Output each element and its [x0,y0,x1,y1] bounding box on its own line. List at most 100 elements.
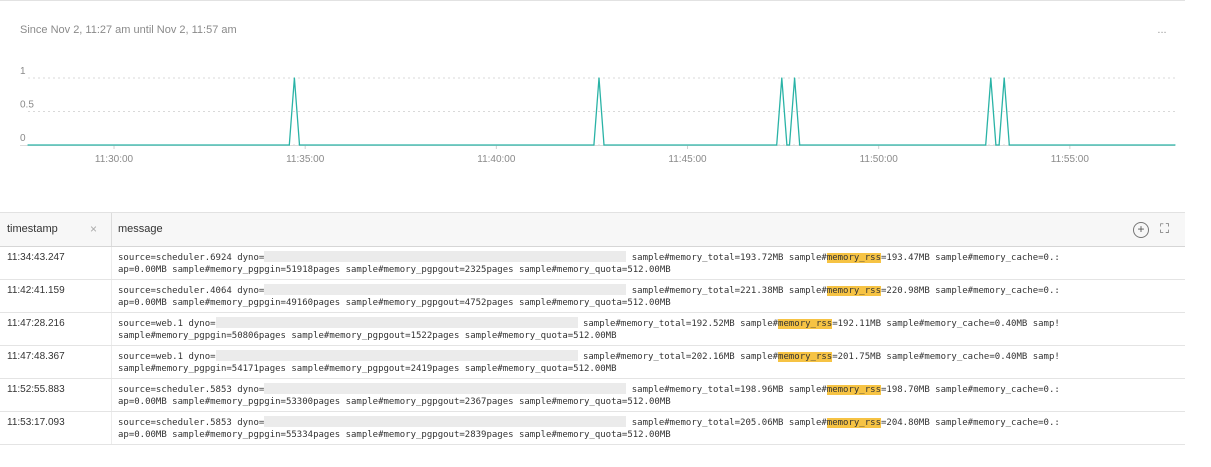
data-point[interactable] [598,77,600,79]
data-point[interactable] [1003,77,1005,79]
message-line-2: ap=0.00MB sample#memory_pgpgin=49160page… [118,298,671,308]
time-range-label: Since Nov 2, 11:27 am until Nov 2, 11:57… [20,24,237,36]
table-row[interactable]: 11:42:41.159 source=scheduler.4064 dyno= … [0,280,1185,313]
data-point[interactable] [985,144,987,146]
data-point[interactable] [998,144,1000,146]
data-point[interactable] [776,144,778,146]
row-message[interactable]: source=web.1 dyno= sample#memory_total=2… [118,350,1185,375]
message-samples-end: =198.70MB sample#memory_cache=0.: [880,385,1060,395]
row-message[interactable]: source=web.1 dyno= sample#memory_total=1… [118,317,1185,342]
highlighted-term: memory_rss [778,319,833,329]
cell-divider [111,313,112,345]
message-line-1: source=scheduler.5853 dyno= sample#memor… [118,383,1185,396]
data-point[interactable] [995,144,997,146]
data-point[interactable] [786,144,788,146]
more-options-button[interactable]: ... [1150,20,1174,40]
x-tick-label: 11:50:00 [860,154,899,165]
message-source: source=scheduler.5853 dyno= [118,385,265,395]
cell-divider [111,412,112,444]
highlighted-term: memory_rss [826,286,881,296]
y-tick-label: 0 [20,133,26,144]
cell-divider [111,280,112,312]
data-point[interactable] [27,144,29,146]
data-point[interactable] [788,144,791,146]
row-timestamp: 11:34:43.247 [7,252,65,263]
redacted-block [264,383,627,394]
message-line-2: ap=0.00MB sample#memory_pgpgin=51918page… [118,265,671,275]
table-row[interactable]: 11:47:28.216 source=web.1 dyno= sample#me… [0,313,1185,346]
log-table: timestamp × message + ⛶ 11:34:43.247 sour… [0,212,1185,445]
cell-divider [111,247,112,279]
data-point[interactable] [990,77,992,79]
data-point[interactable] [288,144,290,146]
data-point[interactable] [298,144,301,146]
table-row[interactable]: 11:34:43.247 source=scheduler.6924 dyno= … [0,247,1185,280]
data-point[interactable] [793,77,796,79]
message-line-1: source=scheduler.5853 dyno= sample#memor… [118,416,1185,429]
redacted-block [215,350,578,361]
message-source: source=scheduler.6924 dyno= [118,253,265,263]
redacted-block [264,251,627,262]
row-message[interactable]: source=scheduler.4064 dyno= sample#memor… [118,284,1185,309]
row-message[interactable]: source=scheduler.5853 dyno= sample#memor… [118,416,1185,441]
expand-icon[interactable]: ⛶ [1160,221,1169,237]
message-line-2: sample#memory_pgpgin=50806pages sample#m… [118,331,617,341]
data-point[interactable] [781,77,783,79]
redacted-block [264,284,627,295]
column-header-message[interactable]: message [118,223,163,235]
remove-column-icon[interactable]: × [90,222,97,236]
cell-divider [111,379,112,411]
message-line-1: source=web.1 dyno= sample#memory_total=2… [118,350,1185,363]
highlighted-term: memory_rss [826,418,881,428]
redacted-block [215,317,578,328]
chart-card: Since Nov 2, 11:27 am until Nov 2, 11:57… [0,0,1185,467]
message-samples-end: =204.80MB sample#memory_cache=0.: [880,418,1060,428]
data-point[interactable] [293,77,295,79]
table-header: timestamp × message + ⛶ [0,212,1185,247]
message-source: source=web.1 dyno= [118,319,216,329]
message-source: source=web.1 dyno= [118,352,216,362]
message-source: source=scheduler.4064 dyno= [118,286,265,296]
table-row[interactable]: 11:52:55.883 source=scheduler.5853 dyno= … [0,379,1185,412]
x-tick-label: 11:40:00 [477,154,516,165]
x-tick-label: 11:45:00 [668,154,707,165]
message-line-2: sample#memory_pgpgin=54171pages sample#m… [118,364,617,374]
data-point[interactable] [593,144,595,146]
series-line[interactable] [28,77,1175,146]
row-timestamp: 11:53:17.093 [7,417,65,428]
y-tick-label: 0.5 [20,100,34,111]
message-samples-end: =220.98MB sample#memory_cache=0.: [880,286,1060,296]
row-timestamp: 11:42:41.159 [7,285,65,296]
message-samples-end: =192.11MB sample#memory_cache=0.40MB sam… [832,319,1060,329]
message-samples: sample#memory_total=198.96MB sample# [626,385,827,395]
row-timestamp: 11:52:55.883 [7,384,65,395]
data-point[interactable] [799,144,801,146]
table-row[interactable]: 11:53:17.093 source=scheduler.5853 dyno= … [0,412,1185,445]
add-column-icon[interactable]: + [1133,222,1149,238]
message-line-1: source=scheduler.6924 dyno= sample#memor… [118,251,1185,264]
message-source: source=scheduler.5853 dyno= [118,418,265,428]
data-point[interactable] [1008,144,1010,146]
row-message[interactable]: source=scheduler.5853 dyno= sample#memor… [118,383,1185,408]
message-samples: sample#memory_total=193.72MB sample# [626,253,827,263]
message-line-2: ap=0.00MB sample#memory_pgpgin=53300page… [118,397,671,407]
cell-divider [111,346,112,378]
message-line-1: source=web.1 dyno= sample#memory_total=1… [118,317,1185,330]
x-tick-label: 11:30:00 [95,154,134,165]
row-timestamp: 11:47:48.367 [7,351,65,362]
x-tick-label: 11:35:00 [286,154,325,165]
column-header-timestamp[interactable]: timestamp [7,223,58,235]
table-body: 11:34:43.247 source=scheduler.6924 dyno= … [0,247,1185,445]
message-samples-end: =193.47MB sample#memory_cache=0.: [880,253,1060,263]
y-tick-label: 1 [20,66,26,77]
message-samples: sample#memory_total=202.16MB sample# [577,352,779,362]
row-message[interactable]: source=scheduler.6924 dyno= sample#memor… [118,251,1185,276]
column-divider[interactable] [111,213,112,246]
message-samples: sample#memory_total=221.38MB sample# [626,286,827,296]
redacted-block [264,416,627,427]
message-samples-end: =201.75MB sample#memory_cache=0.40MB sam… [832,352,1060,362]
data-point[interactable] [603,144,605,146]
data-point[interactable] [1174,144,1176,146]
table-row[interactable]: 11:47:48.367 source=web.1 dyno= sample#me… [0,346,1185,379]
line-chart: 1 0.5 0 11:30:00 11:35:00 11:40:00 11:45:00 11:… [20,66,1176,165]
